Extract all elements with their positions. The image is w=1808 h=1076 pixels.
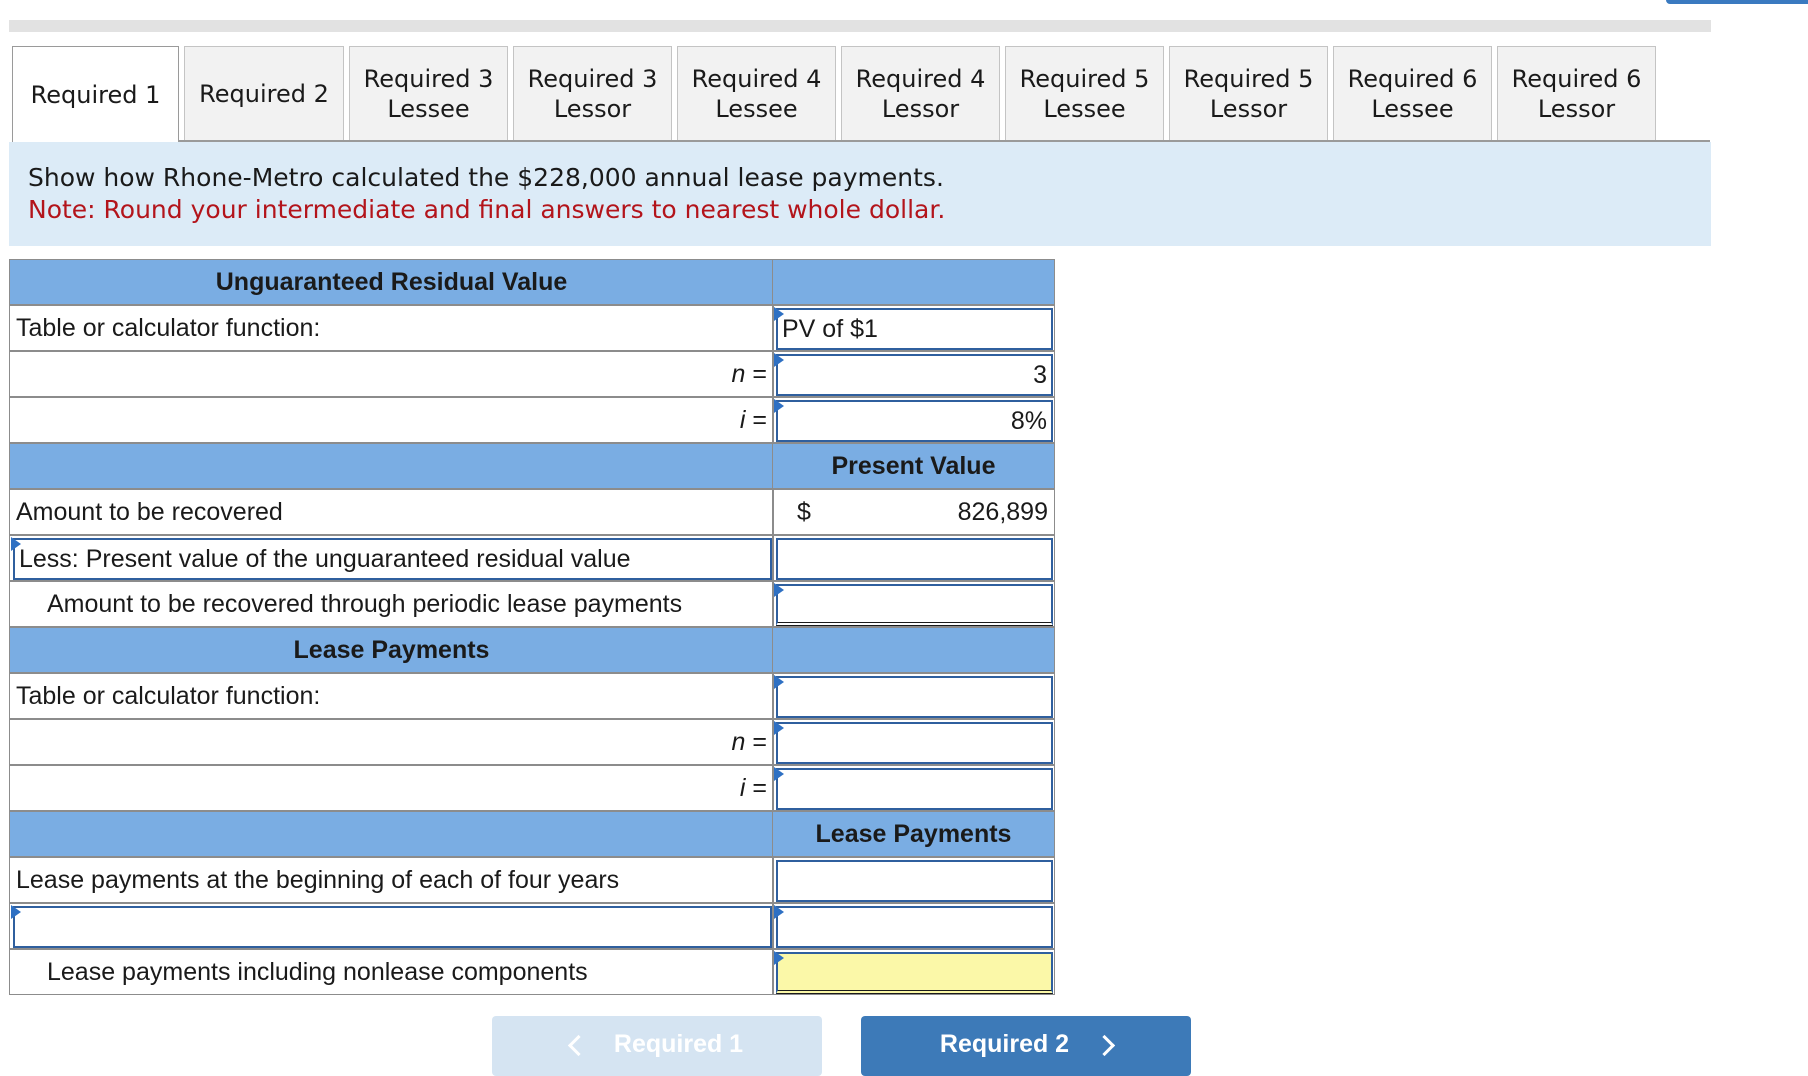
row-label-lp-beginning: Lease payments at the beginning of each …	[16, 866, 620, 894]
section-header-unguaranteed-residual: Unguaranteed Residual Value	[215, 268, 568, 296]
dropdown-flag-icon	[774, 675, 784, 689]
i-label-2: i =	[739, 774, 767, 802]
dropdown-flag-icon	[774, 399, 784, 413]
table-row: Table or calculator function: PV of $1	[9, 305, 1055, 351]
instructions-panel: Show how Rhone-Metro calculated the $228…	[9, 142, 1711, 246]
row-label-amount-recovered: Amount to be recovered	[16, 498, 283, 526]
dropdown-flag-icon	[774, 905, 784, 919]
table-row: Table or calculator function:	[9, 673, 1055, 719]
less-pv-residual-select[interactable]: Less: Present value of the unguaranteed …	[13, 538, 772, 580]
table-row	[9, 903, 1055, 949]
section-header-lease-payments: Lease Payments	[293, 636, 490, 664]
top-accent-bar	[1666, 0, 1808, 4]
table-row: Lease payments including nonlease compon…	[9, 949, 1055, 995]
table-row: i = 8%	[9, 397, 1055, 443]
n-label-2: n =	[731, 728, 767, 756]
instructions-note: Note: Round your intermediate and final …	[28, 195, 946, 224]
progress-bar-track	[9, 20, 1711, 32]
tab-required-3-lessee[interactable]: Required 3 Lessee	[349, 46, 508, 140]
row-label-table-function-2: Table or calculator function:	[16, 682, 321, 710]
prev-required-button[interactable]: Required 1	[492, 1016, 822, 1076]
lp-beginning-input[interactable]	[776, 860, 1053, 902]
dropdown-flag-icon	[774, 721, 784, 735]
i-input-2[interactable]	[776, 768, 1053, 810]
present-value-header: Present Value	[831, 452, 996, 480]
dropdown-flag-icon	[11, 905, 21, 919]
n-label: n =	[731, 360, 767, 388]
row-label-table-function: Table or calculator function:	[16, 314, 321, 342]
tab-required-1[interactable]: Required 1	[12, 46, 179, 143]
i-label: i =	[739, 406, 767, 434]
additional-item-input[interactable]	[776, 906, 1053, 948]
table-row: Amount to be recovered through periodic …	[9, 581, 1055, 627]
lp-nonlease-input[interactable]	[776, 952, 1053, 994]
dropdown-flag-icon	[774, 353, 784, 367]
amount-recovered-value: $ 826,899	[773, 490, 1054, 534]
chevron-left-icon	[567, 1034, 589, 1056]
n-input[interactable]: 3	[776, 354, 1053, 396]
table-function-select[interactable]: PV of $1	[776, 308, 1053, 350]
dropdown-flag-icon	[774, 307, 784, 321]
table-row: Lease payments at the beginning of each …	[9, 857, 1055, 903]
table-row: Lease Payments	[9, 811, 1055, 857]
dropdown-flag-icon	[774, 951, 784, 965]
tab-required-3-lessor[interactable]: Required 3 Lessor	[513, 46, 672, 140]
periodic-payments-input[interactable]	[776, 584, 1053, 626]
table-row: Less: Present value of the unguaranteed …	[9, 535, 1055, 581]
tab-required-4-lessor[interactable]: Required 4 Lessor	[841, 46, 1000, 140]
tab-required-2[interactable]: Required 2	[184, 46, 344, 140]
next-required-button[interactable]: Required 2	[861, 1016, 1191, 1076]
tab-required-6-lessor[interactable]: Required 6 Lessor	[1497, 46, 1656, 140]
table-row: Unguaranteed Residual Value	[9, 259, 1055, 305]
chevron-right-icon	[1093, 1034, 1116, 1056]
tab-required-5-lessee[interactable]: Required 5 Lessee	[1005, 46, 1164, 140]
lease-payments-header: Lease Payments	[815, 820, 1012, 848]
row-label-lp-nonlease: Lease payments including nonlease compon…	[47, 958, 588, 986]
i-input[interactable]: 8%	[776, 400, 1053, 442]
table-function-select-2[interactable]	[776, 676, 1053, 718]
table-row: Amount to be recovered $ 826,899	[9, 489, 1055, 535]
dropdown-flag-icon	[774, 767, 784, 781]
instructions-text: Show how Rhone-Metro calculated the $228…	[28, 163, 944, 192]
tab-required-6-lessee[interactable]: Required 6 Lessee	[1333, 46, 1492, 140]
table-row: n = 3	[9, 351, 1055, 397]
n-input-2[interactable]	[776, 722, 1053, 764]
table-row: Lease Payments	[9, 627, 1055, 673]
row-label-periodic-payments: Amount to be recovered through periodic …	[47, 590, 683, 618]
currency-symbol: $	[797, 498, 811, 526]
table-row: Present Value	[9, 443, 1055, 489]
additional-item-select[interactable]	[13, 906, 772, 948]
tab-required-4-lessee[interactable]: Required 4 Lessee	[677, 46, 836, 140]
requirement-tabs: Required 1 Required 2 Required 3 Lessee …	[12, 46, 1710, 143]
table-row: i =	[9, 765, 1055, 811]
table-row: n =	[9, 719, 1055, 765]
tab-required-5-lessor[interactable]: Required 5 Lessor	[1169, 46, 1328, 140]
dropdown-flag-icon	[774, 583, 784, 597]
less-pv-residual-input[interactable]	[776, 538, 1053, 580]
dropdown-flag-icon	[11, 537, 21, 551]
